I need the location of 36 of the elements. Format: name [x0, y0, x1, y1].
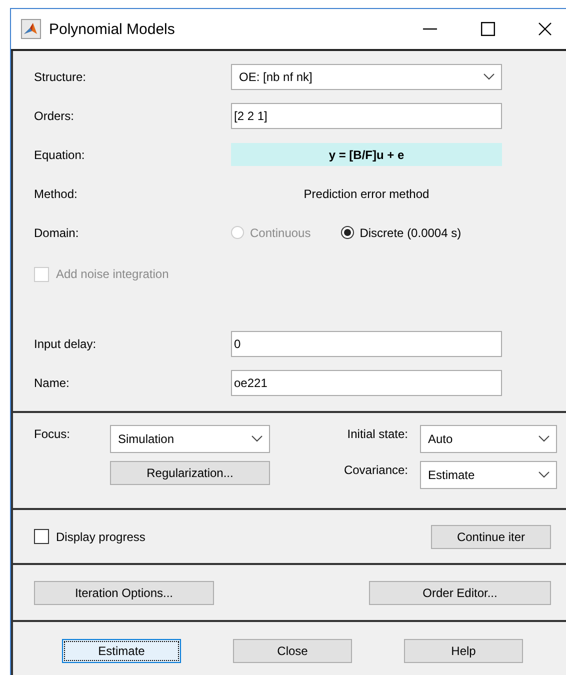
field-label: Method:	[34, 186, 78, 200]
method-text: Prediction error method	[304, 186, 430, 200]
regularization-button[interactable]: Regularization...	[110, 461, 270, 485]
equation-display: y = [B/F]u + e	[231, 143, 502, 166]
app-icon	[21, 19, 41, 39]
focus-dropdown[interactable]: Simulation	[110, 425, 270, 453]
covariance-dropdown[interactable]: Estimate	[420, 461, 557, 489]
chevron-icon	[483, 72, 495, 80]
display-progress-checkbox[interactable]: Display progress	[34, 529, 146, 544]
field-label: Domain:	[34, 226, 80, 240]
field-label: Name:	[34, 376, 70, 390]
orders-field[interactable]: [2 2 1]	[231, 102, 502, 128]
order-editor-button[interactable]: Order Editor...	[369, 580, 551, 604]
field-label: Structure:	[34, 70, 88, 84]
dialog-button[interactable]: Close	[233, 639, 352, 663]
field-label: Input delay:	[34, 336, 98, 350]
field-label: Covariance:	[342, 462, 409, 477]
dialog-button[interactable]: Estimate	[62, 639, 181, 663]
close-icon[interactable]	[538, 22, 552, 36]
input-delay-field[interactable]: 0	[231, 330, 502, 356]
chevron-icon	[251, 435, 263, 443]
chevron-icon	[538, 471, 550, 479]
dialog-button[interactable]: Help	[404, 639, 523, 663]
domain-radio[interactable]: Discrete (0.0004 s)	[340, 226, 462, 240]
window-title: Polynomial Models	[49, 20, 175, 38]
structure-dropdown[interactable]: OE: [nb nf nk]	[231, 64, 502, 90]
iteration-options-button[interactable]: Iteration Options...	[34, 580, 214, 604]
continue-iter-button[interactable]: Continue iter	[431, 524, 551, 548]
field-label: Focus:	[34, 426, 72, 441]
maximize-icon[interactable]	[481, 22, 495, 36]
field-label: Initial state:	[346, 426, 409, 441]
field-label: Orders:	[34, 108, 76, 122]
field-label: Equation:	[34, 148, 86, 162]
name-field[interactable]: oe221	[231, 370, 502, 396]
chevron-icon	[538, 435, 550, 443]
initial-state-dropdown[interactable]: Auto	[420, 425, 557, 453]
